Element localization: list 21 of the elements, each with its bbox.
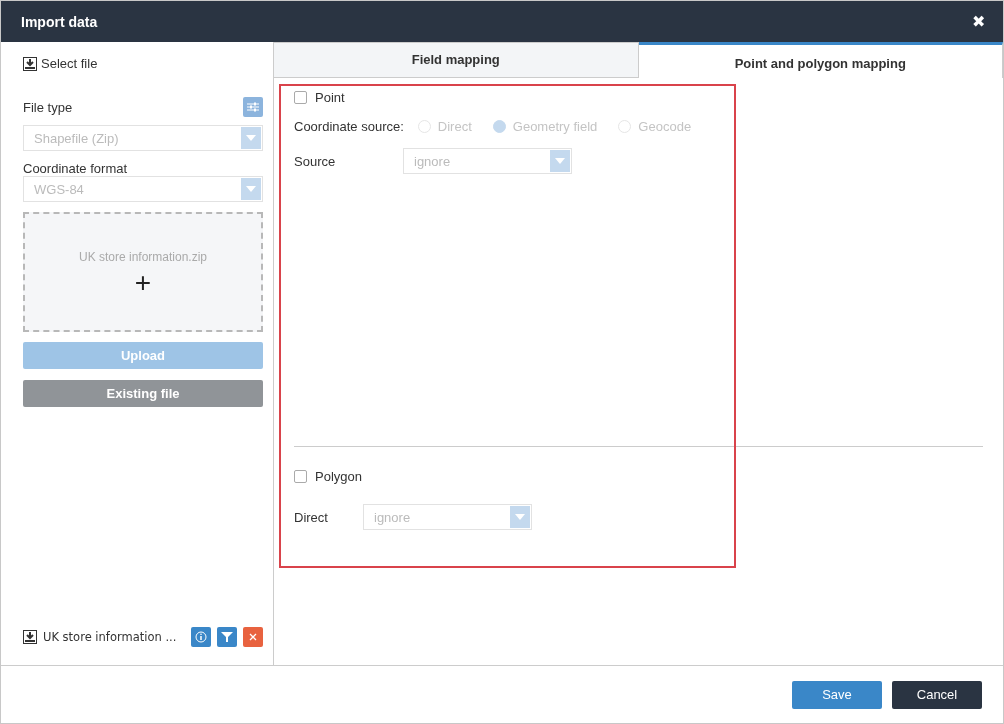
cancel-button[interactable]: Cancel [892, 680, 982, 709]
radio-label: Geometry field [512, 119, 598, 134]
file-type-label: File type [23, 99, 73, 115]
coordinate-format-label: Coordinate format [23, 161, 129, 176]
file-drop-zone[interactable]: UK store information.zip + [23, 212, 263, 332]
coordinate-source-label: Coordinate source: [294, 119, 404, 134]
select-file-label[interactable]: Select file [41, 56, 98, 71]
window-title: Import data [21, 13, 98, 30]
file-name: UK store information.zip [78, 250, 208, 264]
add-file-button[interactable]: + [134, 272, 152, 294]
point-label: Point [315, 90, 345, 105]
direct-label: Direct [294, 509, 329, 525]
file-item-name[interactable]: UK store information ... [43, 630, 185, 644]
source-label: Source [294, 153, 337, 169]
radio-label: Geocode [638, 119, 692, 134]
save-button[interactable]: Save [792, 680, 882, 709]
close-button[interactable]: ✖ [972, 12, 985, 31]
tab[interactable]: Field mapping [274, 42, 639, 78]
tab[interactable]: Point and polygon mapping [638, 42, 1003, 78]
polygon-label: Polygon [315, 469, 362, 484]
radio-label: Direct [437, 119, 472, 134]
